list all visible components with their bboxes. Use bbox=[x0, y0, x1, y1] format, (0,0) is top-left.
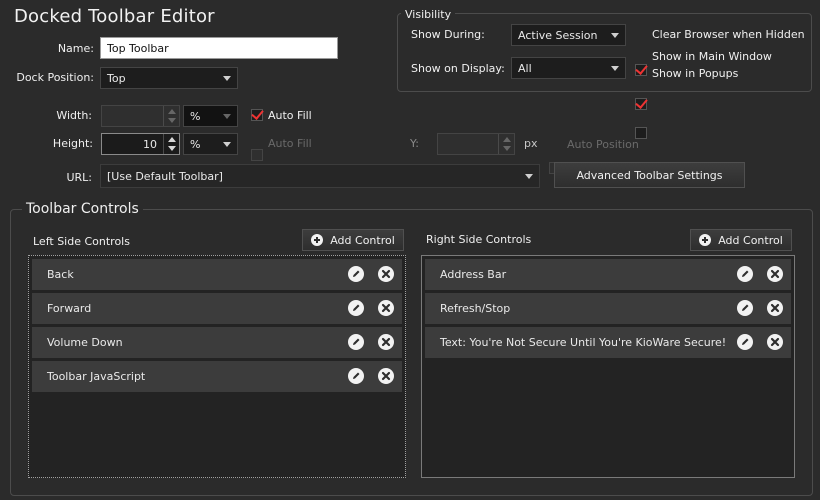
list-item[interactable]: Back bbox=[32, 259, 402, 290]
height-value: 10 bbox=[143, 138, 157, 151]
spin-up-icon[interactable] bbox=[164, 134, 179, 144]
list-item-label: Volume Down bbox=[47, 336, 123, 349]
show-on-display-value: All bbox=[518, 61, 532, 75]
list-item-label: Address Bar bbox=[440, 268, 507, 281]
list-item-label: Refresh/Stop bbox=[440, 302, 511, 315]
delete-icon[interactable] bbox=[378, 266, 394, 282]
chevron-down-icon bbox=[525, 174, 533, 179]
edit-icon[interactable] bbox=[737, 334, 753, 350]
add-icon bbox=[699, 234, 712, 246]
url-select[interactable]: [Use Default Toolbar] bbox=[100, 164, 540, 188]
url-value: [Use Default Toolbar] bbox=[107, 169, 223, 183]
chevron-down-icon bbox=[223, 76, 231, 81]
delete-icon[interactable] bbox=[378, 300, 394, 316]
edit-icon[interactable] bbox=[737, 300, 753, 316]
show-during-value: Active Session bbox=[518, 28, 598, 42]
edit-icon[interactable] bbox=[348, 368, 364, 384]
width-label: Width: bbox=[56, 109, 92, 122]
clear-browser-label: Clear Browser when Hidden bbox=[652, 28, 805, 41]
chevron-down-icon bbox=[611, 66, 619, 71]
chevron-down-icon bbox=[223, 114, 231, 119]
height-autofill-checkbox[interactable] bbox=[251, 149, 263, 161]
show-popups-label: Show in Popups bbox=[652, 67, 739, 80]
add-control-left-label: Add Control bbox=[330, 233, 395, 247]
edit-icon[interactable] bbox=[737, 266, 753, 282]
height-unit-value: % bbox=[190, 137, 201, 151]
width-autofill-checkbox[interactable] bbox=[251, 109, 263, 121]
add-control-right-button[interactable]: Add Control bbox=[690, 229, 792, 251]
show-during-select[interactable]: Active Session bbox=[511, 24, 626, 46]
list-item[interactable]: Refresh/Stop bbox=[425, 293, 791, 324]
list-item-label: Toolbar JavaScript bbox=[47, 370, 146, 383]
height-autofill-label: Auto Fill bbox=[268, 137, 312, 150]
height-stepper[interactable]: 10 bbox=[101, 133, 180, 155]
show-popups-checkbox[interactable] bbox=[635, 127, 647, 139]
left-controls-list[interactable]: Back Forward Volume Down Toolbar JavaScr… bbox=[28, 255, 406, 478]
list-item[interactable]: Toolbar JavaScript bbox=[32, 361, 402, 392]
show-on-display-label: Show on Display: bbox=[411, 62, 505, 75]
spin-down-icon[interactable] bbox=[499, 144, 514, 154]
dock-position-label: Dock Position: bbox=[16, 71, 94, 84]
list-item[interactable]: Forward bbox=[32, 293, 402, 324]
width-unit-select[interactable]: % bbox=[183, 105, 238, 127]
y-unit-label: px bbox=[524, 137, 538, 150]
delete-icon[interactable] bbox=[767, 334, 783, 350]
delete-icon[interactable] bbox=[767, 266, 783, 282]
name-input[interactable] bbox=[100, 37, 338, 59]
spin-down-icon[interactable] bbox=[164, 144, 179, 154]
show-on-display-select[interactable]: All bbox=[511, 57, 626, 79]
edit-icon[interactable] bbox=[348, 266, 364, 282]
list-item[interactable]: Volume Down bbox=[32, 327, 402, 358]
name-label: Name: bbox=[57, 42, 94, 55]
width-spin-buttons[interactable] bbox=[163, 106, 179, 126]
delete-icon[interactable] bbox=[378, 334, 394, 350]
add-control-left-button[interactable]: Add Control bbox=[302, 229, 404, 251]
chevron-down-icon bbox=[611, 33, 619, 38]
y-stepper[interactable] bbox=[437, 133, 515, 155]
left-side-controls-label: Left Side Controls bbox=[33, 235, 130, 248]
y-label: Y: bbox=[410, 137, 419, 150]
show-main-window-checkbox[interactable] bbox=[635, 98, 647, 110]
edit-icon[interactable] bbox=[348, 300, 364, 316]
edit-icon[interactable] bbox=[348, 334, 364, 350]
right-controls-list[interactable]: Address Bar Refresh/Stop Text: You're No… bbox=[421, 255, 795, 478]
dock-position-value: Top bbox=[107, 71, 126, 85]
list-item-label: Forward bbox=[47, 302, 92, 315]
list-item[interactable]: Text: You're Not Secure Until You're Kio… bbox=[425, 327, 791, 358]
y-spin-buttons[interactable] bbox=[498, 134, 514, 154]
toolbar-controls-title: Toolbar Controls bbox=[22, 201, 143, 217]
height-spin-buttons[interactable] bbox=[163, 134, 179, 154]
url-label: URL: bbox=[66, 171, 92, 184]
right-side-controls-label: Right Side Controls bbox=[426, 233, 532, 246]
width-stepper[interactable] bbox=[101, 105, 180, 127]
delete-icon[interactable] bbox=[767, 300, 783, 316]
add-control-right-label: Add Control bbox=[718, 233, 783, 247]
visibility-title: Visibility bbox=[401, 8, 456, 21]
show-during-label: Show During: bbox=[411, 28, 485, 41]
auto-position-label: Auto Position bbox=[567, 138, 639, 151]
spin-up-icon[interactable] bbox=[499, 134, 514, 144]
width-autofill-label: Auto Fill bbox=[268, 109, 312, 122]
advanced-toolbar-settings-button[interactable]: Advanced Toolbar Settings bbox=[554, 162, 745, 188]
dock-position-select[interactable]: Top bbox=[100, 67, 238, 89]
window-title: Docked Toolbar Editor bbox=[14, 6, 215, 27]
spin-down-icon[interactable] bbox=[164, 116, 179, 126]
show-main-window-label: Show in Main Window bbox=[652, 50, 772, 63]
height-label: Height: bbox=[52, 137, 93, 150]
list-item[interactable]: Address Bar bbox=[425, 259, 791, 290]
spin-up-icon[interactable] bbox=[164, 106, 179, 116]
width-unit-value: % bbox=[190, 109, 201, 123]
delete-icon[interactable] bbox=[378, 368, 394, 384]
list-item-label: Text: You're Not Secure Until You're Kio… bbox=[440, 336, 727, 349]
list-item-label: Back bbox=[47, 268, 74, 281]
height-unit-select[interactable]: % bbox=[183, 133, 238, 155]
chevron-down-icon bbox=[223, 142, 231, 147]
clear-browser-checkbox[interactable] bbox=[635, 64, 647, 76]
add-icon bbox=[311, 234, 324, 246]
